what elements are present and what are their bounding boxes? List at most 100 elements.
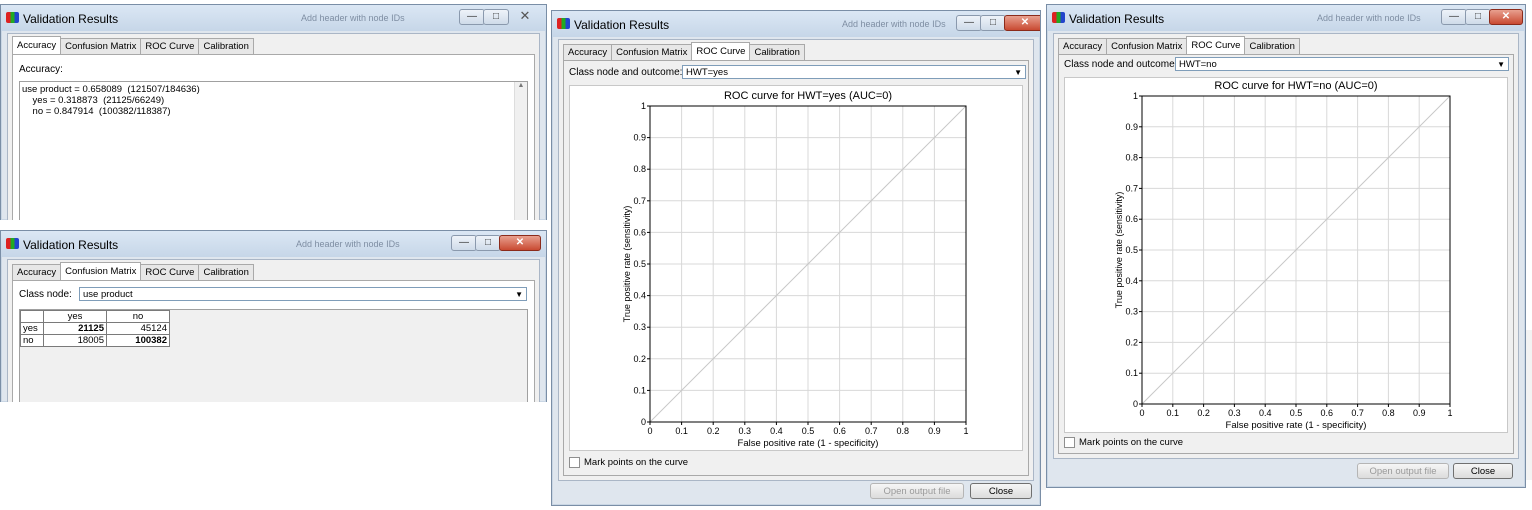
checkbox-box[interactable] <box>1064 437 1075 448</box>
tab-accuracy[interactable]: Accuracy <box>12 36 62 55</box>
y-tick-label: 1 <box>1133 91 1138 101</box>
x-tick-label: 0.5 <box>1290 408 1303 418</box>
tab-bar: Accuracy Confusion Matrix ROC Curve Cali… <box>1058 36 1300 55</box>
class-node-outcome-select[interactable]: HWT=yes ▼ <box>682 65 1026 79</box>
tab-bar: Accuracy Confusion Matrix ROC Curve Cali… <box>563 42 805 61</box>
vertical-scrollbar[interactable]: ▲ <box>514 82 527 220</box>
table-cell: 100382 <box>106 334 170 347</box>
y-tick-label: 0.5 <box>633 259 646 269</box>
tab-roc-curve[interactable]: ROC Curve <box>691 42 751 61</box>
tab-confusion-matrix[interactable]: Confusion Matrix <box>611 44 693 60</box>
y-tick-label: 0.2 <box>633 354 646 364</box>
tab-roc-curve[interactable]: ROC Curve <box>1186 36 1246 55</box>
y-tick-label: 1 <box>641 101 646 111</box>
confusion-matrix-table: yes no yes 21125 45124 no 18005 100382 <box>20 310 170 347</box>
y-tick-label: 0 <box>641 417 646 427</box>
accuracy-text-area[interactable]: use product = 0.658089 (121507/184636) y… <box>19 81 528 220</box>
close-button[interactable]: ✕ <box>1489 9 1523 25</box>
checkbox-box[interactable] <box>569 457 580 468</box>
tab-confusion-matrix[interactable]: Confusion Matrix <box>60 38 142 54</box>
minimize-button[interactable]: — <box>1441 9 1467 25</box>
close-button[interactable]: ✕ <box>499 235 541 251</box>
app-icon <box>6 238 19 249</box>
roc-plot-area: ROC curve for HWT=yes (AUC=0) 0 0 0.1 0.1 0.2… <box>569 85 1023 451</box>
close-button[interactable]: ✕ <box>1004 15 1040 31</box>
y-tick-label: 0.5 <box>1125 245 1138 255</box>
open-output-file-button[interactable]: Open output file <box>870 483 964 499</box>
class-node-outcome-select[interactable]: HWT=no ▼ <box>1175 57 1509 71</box>
minimize-button[interactable]: — <box>451 235 477 251</box>
maximize-button[interactable]: □ <box>475 235 501 251</box>
close-dialog-button[interactable]: Close <box>1453 463 1513 479</box>
mark-points-checkbox[interactable]: Mark points on the curve <box>569 457 688 468</box>
y-tick-label: 0.1 <box>633 385 646 395</box>
tab-roc-curve[interactable]: ROC Curve <box>140 264 200 280</box>
maximize-button[interactable]: □ <box>1465 9 1491 25</box>
row-header: yes <box>20 322 44 335</box>
app-icon <box>6 12 19 23</box>
x-tick-label: 0.9 <box>1413 408 1426 418</box>
roc-panel: Class node and outcome: HWT=yes ▼ ROC cu… <box>563 60 1029 476</box>
y-tick-label: 0.3 <box>1125 307 1138 317</box>
title-bar[interactable]: Validation Results Add header with node … <box>1 5 546 31</box>
table-cell: 45124 <box>106 322 170 335</box>
x-tick-label: 0.4 <box>770 426 783 436</box>
mark-points-checkbox[interactable]: Mark points on the curve <box>1064 437 1183 448</box>
y-tick-label: 0.4 <box>1125 276 1138 286</box>
validation-window-roc-yes: Validation Results Add header with node … <box>551 10 1041 506</box>
tab-accuracy[interactable]: Accuracy <box>563 44 613 60</box>
y-tick-label: 0.9 <box>633 133 646 143</box>
title-bar[interactable]: Validation Results Add header with node … <box>1047 5 1525 31</box>
validation-window-roc-no: Validation Results Add header with node … <box>1046 4 1526 488</box>
chart-title: ROC curve for HWT=yes (AUC=0) <box>724 90 892 102</box>
title-bar[interactable]: Validation Results Add header with node … <box>552 11 1040 37</box>
close-button[interactable]: ✕ <box>515 9 535 25</box>
accuracy-line: use product = 0.658089 (121507/184636) <box>22 84 200 95</box>
tab-roc-curve[interactable]: ROC Curve <box>140 38 200 54</box>
tab-calibration[interactable]: Calibration <box>198 38 254 54</box>
title-bar[interactable]: Validation Results Add header with node … <box>1 231 546 257</box>
chevron-down-icon[interactable]: ▼ <box>515 288 523 302</box>
minimize-button[interactable]: — <box>956 15 982 31</box>
window-title: Validation Results <box>574 18 670 32</box>
confusion-matrix-area: yes no yes 21125 45124 no 18005 100382 <box>19 309 528 402</box>
mark-points-label: Mark points on the curve <box>1079 437 1184 448</box>
column-header-no: no <box>106 310 170 323</box>
chevron-down-icon[interactable]: ▼ <box>1497 58 1505 72</box>
x-tick-label: 0 <box>1139 408 1144 418</box>
roc-chart-svg: ROC curve for HWT=yes (AUC=0) 00 0.1 0.1 0.2… <box>622 90 969 449</box>
ghost-text: Add header with node IDs <box>1317 13 1421 23</box>
x-axis-label: False positive rate (1 - specificity) <box>738 438 879 449</box>
tab-accuracy[interactable]: Accuracy <box>12 264 62 280</box>
tab-calibration[interactable]: Calibration <box>198 264 254 280</box>
scroll-up-arrow-icon[interactable]: ▲ <box>515 82 527 89</box>
maximize-button[interactable]: □ <box>483 9 509 25</box>
table-row: no 18005 100382 <box>20 334 170 347</box>
x-tick-label: 0.5 <box>802 426 815 436</box>
table-header-row: yes no <box>20 310 170 323</box>
tab-calibration[interactable]: Calibration <box>749 44 805 60</box>
tab-bar: Accuracy Confusion Matrix ROC Curve Cali… <box>12 36 254 55</box>
class-node-label: Class node: <box>19 289 72 300</box>
tab-calibration[interactable]: Calibration <box>1244 38 1300 54</box>
accuracy-heading: Accuracy: <box>19 64 63 75</box>
row-header: no <box>20 334 44 347</box>
maximize-button[interactable]: □ <box>980 15 1006 31</box>
table-cell: 21125 <box>43 322 107 335</box>
tab-confusion-matrix[interactable]: Confusion Matrix <box>1106 38 1188 54</box>
validation-window-accuracy: Validation Results Add header with node … <box>0 4 547 220</box>
y-tick-label: 0.6 <box>1125 214 1138 224</box>
class-node-outcome-label: Class node and outcome: <box>569 67 683 78</box>
tab-confusion-matrix[interactable]: Confusion Matrix <box>60 262 142 281</box>
minimize-button[interactable]: — <box>459 9 485 25</box>
open-output-file-button[interactable]: Open output file <box>1357 463 1449 479</box>
tab-accuracy[interactable]: Accuracy <box>1058 38 1108 54</box>
class-node-outcome-value: HWT=yes <box>686 67 728 78</box>
x-tick-label: 0.6 <box>833 426 846 436</box>
y-tick-label: 0.4 <box>633 291 646 301</box>
chevron-down-icon[interactable]: ▼ <box>1014 66 1022 80</box>
confusion-matrix-panel: Class node: use product ▼ yes no yes 211… <box>12 280 535 402</box>
accuracy-line: no = 0.847914 (100382/118387) <box>22 106 171 117</box>
close-dialog-button[interactable]: Close <box>970 483 1032 499</box>
class-node-select[interactable]: use product ▼ <box>79 287 527 301</box>
